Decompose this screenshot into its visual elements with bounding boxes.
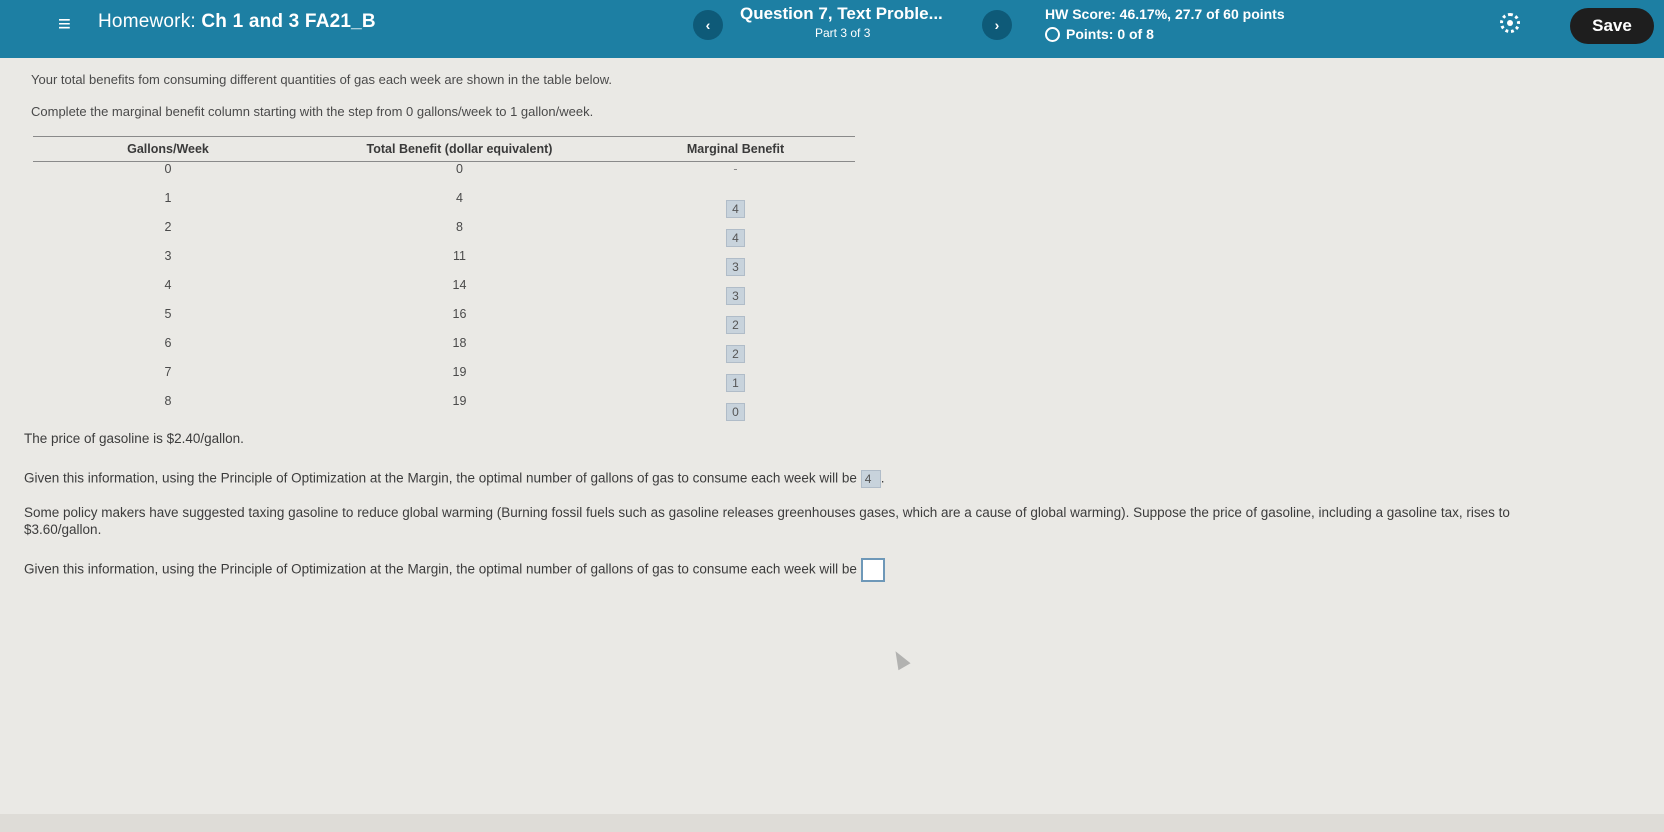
gallons-cell: 2 [164,220,172,234]
marginal-benefit-table: Gallons/Week Total Benefit (dollar equiv… [33,136,855,423]
price-text: The price of gasoline is $2.40/gallon. [24,431,244,446]
header-marginal-benefit: Marginal Benefit [616,136,855,162]
marginal-benefit-answer[interactable]: 3 [726,287,745,305]
gallons-cell: 7 [164,365,172,379]
bottom-strip [0,814,1664,832]
total-benefit-cell: 19 [452,365,467,379]
policy-text-line-1: Some policy makers have suggested taxing… [24,505,1510,520]
total-benefit-cell: 14 [452,278,467,292]
policy-text-line-2: $3.60/gallon. [24,522,102,537]
marginal-benefit-dash: - [733,162,738,176]
marginal-benefit-answer[interactable]: 2 [726,316,745,334]
total-benefit-cell: 4 [456,191,463,205]
marginal-benefit-cell: 2 [616,336,855,365]
marginal-benefit-cell: 2 [616,307,855,336]
points-status: Points: 0 of 8 [1045,26,1154,42]
total-benefit-cell: 18 [452,336,467,350]
marginal-benefit-cell: 1 [616,365,855,394]
gear-icon[interactable] [1500,13,1520,33]
marginal-benefit-cell: 4 [616,191,855,220]
previous-question-button[interactable]: ‹ [693,10,723,40]
question-1-answer[interactable]: 4 [860,470,881,488]
table-row: 6 18 2 [33,336,855,365]
marginal-benefit-cell: 0 [616,394,855,423]
table-row: 0 0 - [33,162,855,192]
question-1: Given this information, using the Princi… [24,470,884,488]
next-question-button[interactable]: › [982,10,1012,40]
question-title: Question 7, Text Proble... [740,4,943,23]
header-gallons: Gallons/Week [33,136,303,162]
question-part: Part 3 of 3 [815,26,871,40]
problem-intro: Your total benefits fom consuming differ… [31,72,613,87]
chevron-right-icon: › [994,17,1000,33]
total-benefit-cell: 16 [452,307,467,321]
gallons-cell: 8 [164,394,172,408]
gallons-cell: 3 [164,249,172,263]
hamburger-icon[interactable]: ≡ [58,13,71,35]
table-row: 7 19 1 [33,365,855,394]
gallons-cell: 4 [164,278,172,292]
table-row: 8 19 0 [33,394,855,423]
question-2: Given this information, using the Princi… [24,558,885,582]
total-benefit-cell: 8 [456,220,463,234]
marginal-benefit-answer[interactable]: 4 [726,229,745,247]
table-row: 5 16 2 [33,307,855,336]
gallons-cell: 1 [164,191,172,205]
marginal-benefit-answer[interactable]: 0 [726,403,745,421]
header-total-benefit: Total Benefit (dollar equivalent) [303,136,616,162]
hw-score: HW Score: 46.17%, 27.7 of 60 points [1045,6,1285,22]
table-header-row: Gallons/Week Total Benefit (dollar equiv… [33,136,855,162]
table-row: 3 11 3 [33,249,855,278]
marginal-benefit-answer[interactable]: 4 [726,200,745,218]
gallons-cell: 0 [164,162,172,176]
chevron-left-icon: ‹ [705,17,711,33]
homework-name: Ch 1 and 3 FA21_B [201,11,376,32]
points-text: Points: 0 of 8 [1066,26,1154,42]
question-2-answer-input[interactable] [860,558,885,582]
marginal-benefit-cell: 3 [616,249,855,278]
gallons-cell: 5 [164,307,172,321]
total-benefit-cell: 11 [453,249,466,263]
table-row: 1 4 4 [33,191,855,220]
table-row: 2 8 4 [33,220,855,249]
total-benefit-cell: 0 [456,162,463,176]
marginal-benefit-cell: 3 [616,278,855,307]
marginal-benefit-answer[interactable]: 3 [726,258,745,276]
marginal-benefit-answer[interactable]: 2 [726,345,745,363]
question-1-suffix: . [880,470,885,486]
table-row: 4 14 3 [33,278,855,307]
top-bar: ≡ Homework: Ch 1 and 3 FA21_B ‹ Question… [0,0,1664,58]
save-button[interactable]: Save [1570,8,1654,44]
homework-title: Homework: Ch 1 and 3 FA21_B [98,11,376,33]
homework-label: Homework: [98,11,196,32]
problem-instruction: Complete the marginal benefit column sta… [31,104,594,119]
total-benefit-cell: 19 [452,394,467,408]
question-2-text: Given this information, using the Princi… [24,561,857,577]
question-1-text: Given this information, using the Princi… [24,470,857,486]
marginal-benefit-answer[interactable]: 1 [726,374,745,392]
marginal-benefit-cell: 4 [616,220,855,249]
marginal-benefit-cell: - [616,162,855,192]
gallons-cell: 6 [164,336,172,350]
status-circle-icon [1045,26,1060,42]
